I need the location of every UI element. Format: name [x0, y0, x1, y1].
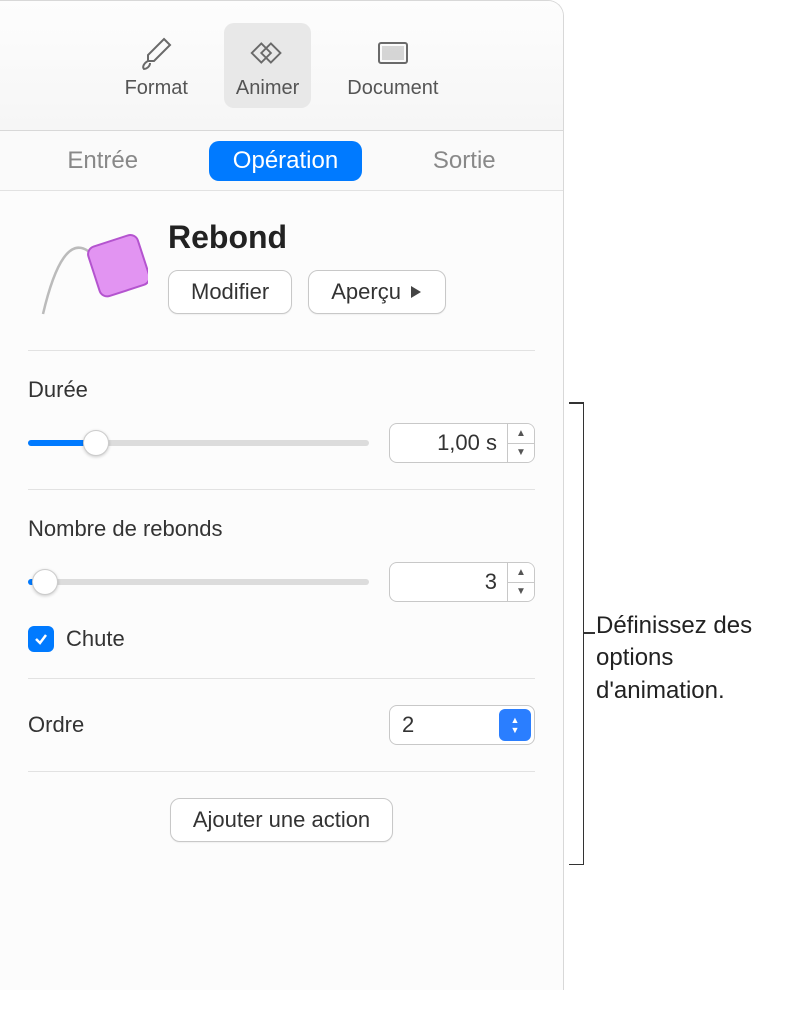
fall-checkbox[interactable]: [28, 626, 54, 652]
callout-text: Définissez des options d'animation.: [596, 610, 790, 707]
inspector-panel: Format Animer Document Entrée Opération: [0, 0, 564, 990]
animation-tabs: Entrée Opération Sortie: [0, 131, 563, 191]
tab-action[interactable]: Opération: [209, 141, 362, 181]
stepper-up-icon[interactable]: ▲: [508, 424, 534, 444]
animate-toolbar-button[interactable]: Animer: [224, 23, 311, 108]
preview-button[interactable]: Aperçu: [308, 270, 446, 314]
document-label: Document: [347, 77, 438, 100]
bounces-stepper[interactable]: ▲ ▼: [507, 562, 535, 602]
divider: [28, 678, 535, 679]
divider: [28, 771, 535, 772]
effect-thumbnail: [28, 219, 148, 324]
document-icon: [371, 31, 415, 75]
add-action-button[interactable]: Ajouter une action: [170, 798, 393, 842]
stepper-down-icon[interactable]: ▼: [508, 583, 534, 602]
modify-button[interactable]: Modifier: [168, 270, 292, 314]
fall-checkbox-label: Chute: [66, 626, 125, 652]
duration-label: Durée: [28, 377, 535, 403]
divider: [28, 489, 535, 490]
stepper-up-icon[interactable]: ▲: [508, 563, 534, 583]
bounces-slider[interactable]: [28, 570, 369, 594]
bounces-label: Nombre de rebonds: [28, 516, 535, 542]
document-toolbar-button[interactable]: Document: [335, 23, 450, 108]
content-area: Rebond Modifier Aperçu Durée: [0, 191, 563, 842]
animate-label: Animer: [236, 77, 299, 100]
format-toolbar-button[interactable]: Format: [113, 23, 200, 108]
duration-stepper[interactable]: ▲ ▼: [507, 423, 535, 463]
play-icon: [409, 279, 423, 305]
main-toolbar: Format Animer Document: [0, 1, 563, 131]
bounces-input[interactable]: 3: [389, 562, 507, 602]
duration-input[interactable]: 1,00 s: [389, 423, 507, 463]
divider: [28, 350, 535, 351]
tab-build-out[interactable]: Sortie: [409, 141, 520, 181]
paintbrush-icon: [134, 31, 178, 75]
diamond-stack-icon: [246, 31, 290, 75]
callout-bracket: [564, 402, 584, 865]
duration-slider[interactable]: [28, 431, 369, 455]
effect-title: Rebond: [168, 219, 446, 256]
preview-label: Aperçu: [331, 279, 401, 305]
callout-bracket-mid: [583, 632, 595, 634]
order-label: Ordre: [28, 712, 84, 738]
effect-header: Rebond Modifier Aperçu: [28, 219, 535, 324]
stepper-down-icon[interactable]: ▼: [508, 444, 534, 463]
order-select[interactable]: 2 ▲ ▼: [389, 705, 535, 745]
order-value: 2: [390, 706, 496, 744]
tab-build-in[interactable]: Entrée: [43, 141, 162, 181]
chevron-up-down-icon: ▲ ▼: [499, 709, 531, 741]
format-label: Format: [125, 77, 188, 100]
